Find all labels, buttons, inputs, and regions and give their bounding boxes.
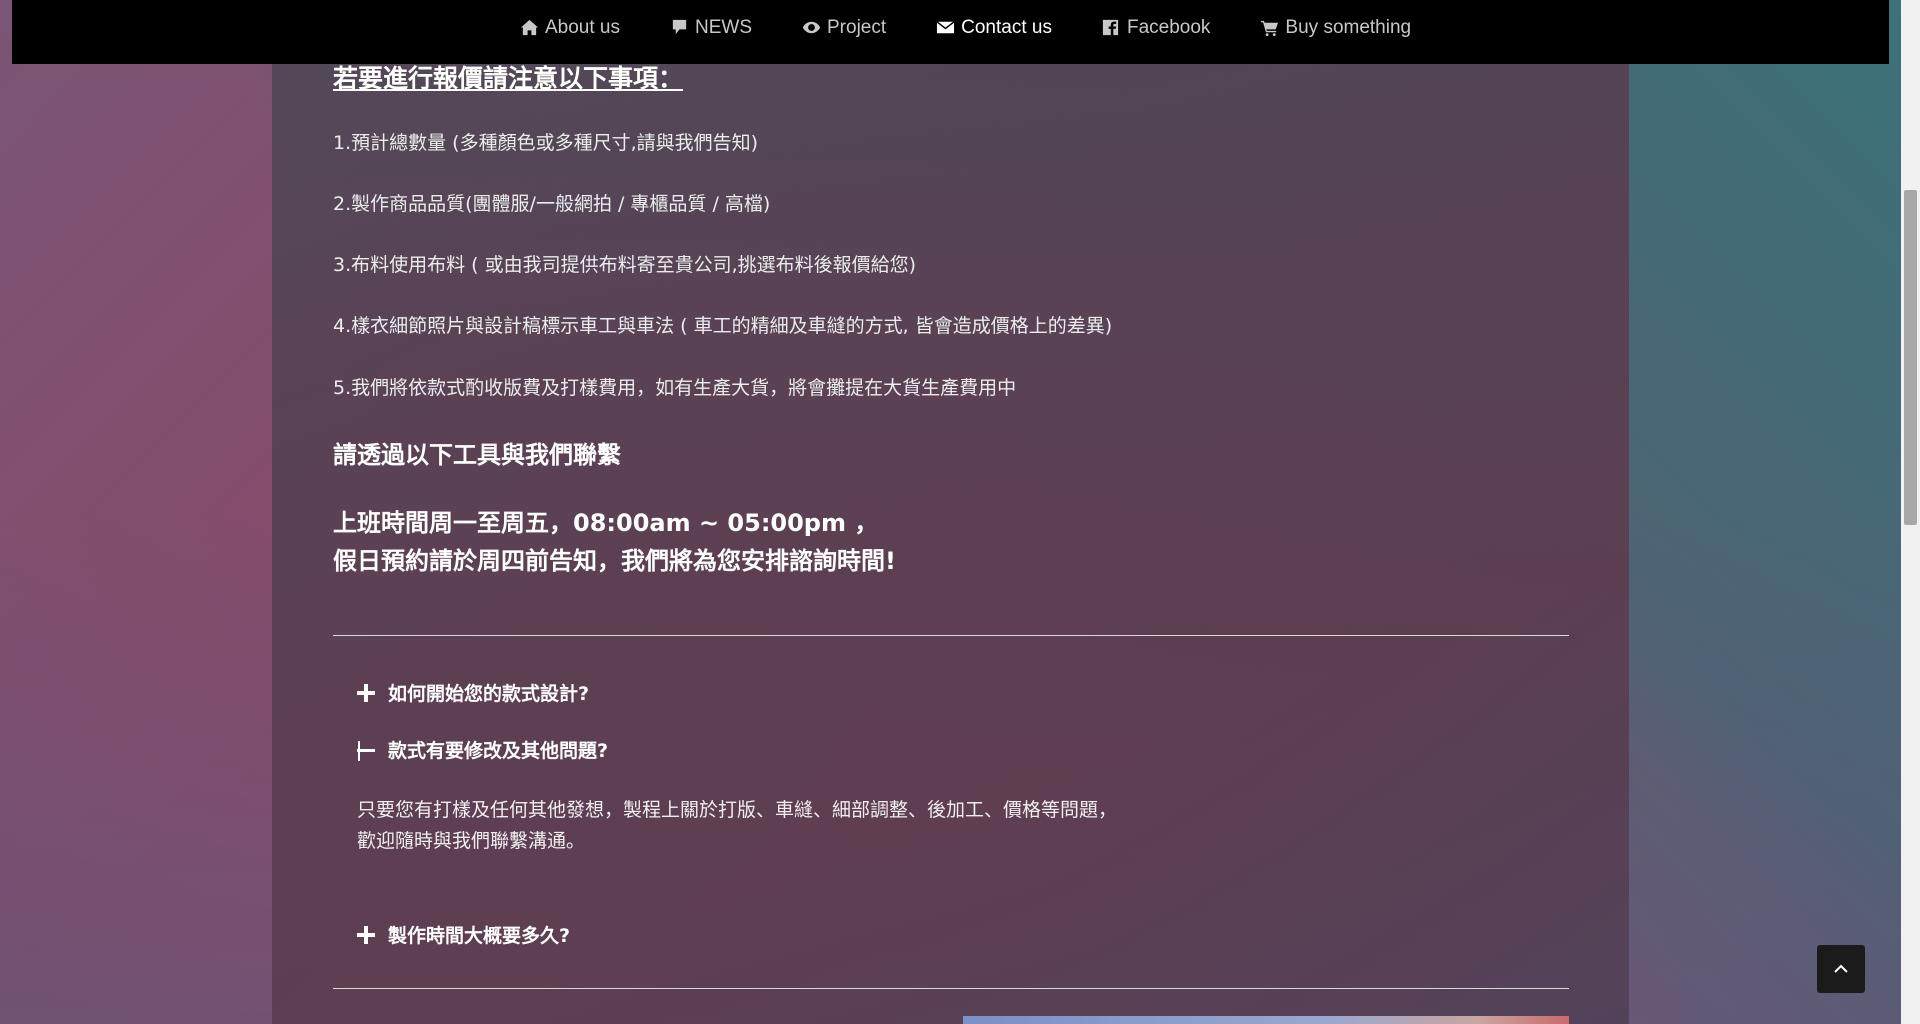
nav-label-news: NEWS: [695, 16, 752, 38]
faq-title-1: 如何開始您的款式設計?: [388, 683, 590, 705]
minus-icon: [357, 740, 375, 761]
page-scrollbar[interactable]: [1901, 0, 1920, 1024]
nav-label-contact-us: Contact us: [961, 16, 1052, 38]
faq-answer-2: 只要您有打樣及任何其他發想，製程上關於打版、車縫、細部調整、後加工、價格等問題，…: [357, 795, 1117, 857]
faq-item-2[interactable]: 款式有要修改及其他問題?: [357, 736, 608, 763]
nav-item-news[interactable]: NEWS: [669, 17, 752, 39]
faq-item-3[interactable]: 製作時間大概要多久?: [357, 921, 570, 948]
notice-item-1: 1.預計總數量 (多種顏色或多種尺寸,請與我們告知): [333, 132, 759, 154]
nav-item-facebook[interactable]: Facebook: [1101, 17, 1210, 39]
plus-icon: [357, 683, 375, 702]
notice-item-2: 2.製作商品品質(團體服/一般網拍 / 專櫃品質 / 高檔): [333, 193, 771, 215]
nav-label-facebook: Facebook: [1126, 16, 1211, 38]
eye-icon: [801, 18, 821, 38]
office-hours: 上班時間周一至周五，08:00am ~ 05:00pm ， 假日預約請於周四前告…: [333, 504, 896, 580]
notice-item-3: 3.布料使用布料 ( 或由我司提供布料寄至貴公司,挑選布料後報價給您): [333, 254, 917, 276]
envelope-icon: [935, 18, 955, 38]
faq-title-3: 製作時間大概要多久?: [388, 925, 571, 947]
nav-list: About us NEWS Project Contact us Faceboo…: [519, 0, 1460, 55]
comment-icon: [669, 18, 689, 38]
office-hours-line-2: 假日預約請於周四前告知，我們將為您安排諮詢時間!: [333, 547, 896, 575]
faq-item-1[interactable]: 如何開始您的款式設計?: [357, 679, 589, 706]
nav-item-buy-something[interactable]: Buy something: [1259, 17, 1411, 39]
notice-item-4: 4.樣衣細節照片與設計稿標示車工與車法 ( 車工的精細及車縫的方式, 皆會造成價…: [333, 315, 1113, 337]
content-image-peek: [963, 1016, 1569, 1024]
nav-label-buy-something: Buy something: [1285, 16, 1412, 38]
back-to-top-button[interactable]: [1817, 945, 1865, 993]
divider-top: [333, 635, 1569, 636]
cart-icon: [1259, 18, 1279, 38]
scrollbar-thumb[interactable]: [1904, 190, 1917, 525]
faq-title-2: 款式有要修改及其他問題?: [388, 740, 609, 762]
plus-icon: [357, 925, 375, 944]
faq-answer-2-line-2: 歡迎隨時與我們聯繫溝通。: [357, 830, 586, 852]
nav-item-project[interactable]: Project: [801, 17, 886, 39]
nav-item-about-us[interactable]: About us: [519, 17, 620, 39]
top-navbar: About us NEWS Project Contact us Faceboo…: [12, 0, 1889, 64]
notice-item-5: 5.我們將依款式酌收版費及打樣費用，如有生產大貨，將會攤提在大貨生產費用中: [333, 377, 1017, 399]
nav-label-about-us: About us: [545, 16, 620, 38]
divider-bottom: [333, 988, 1569, 989]
quote-notice-heading: 若要進行報價請注意以下事項：: [333, 64, 684, 93]
faq-answer-2-line-1: 只要您有打樣及任何其他發想，製程上關於打版、車縫、細部調整、後加工、價格等問題，: [357, 799, 1118, 821]
nav-label-project: Project: [827, 16, 887, 38]
contact-heading: 請透過以下工具與我們聯繫: [333, 441, 621, 469]
office-hours-line-1: 上班時間周一至周五，08:00am ~ 05:00pm ，: [333, 509, 879, 537]
nav-item-contact-us[interactable]: Contact us: [935, 17, 1052, 39]
chevron-up-icon: [1834, 964, 1848, 973]
home-icon: [519, 18, 539, 38]
facebook-icon: [1101, 18, 1121, 38]
